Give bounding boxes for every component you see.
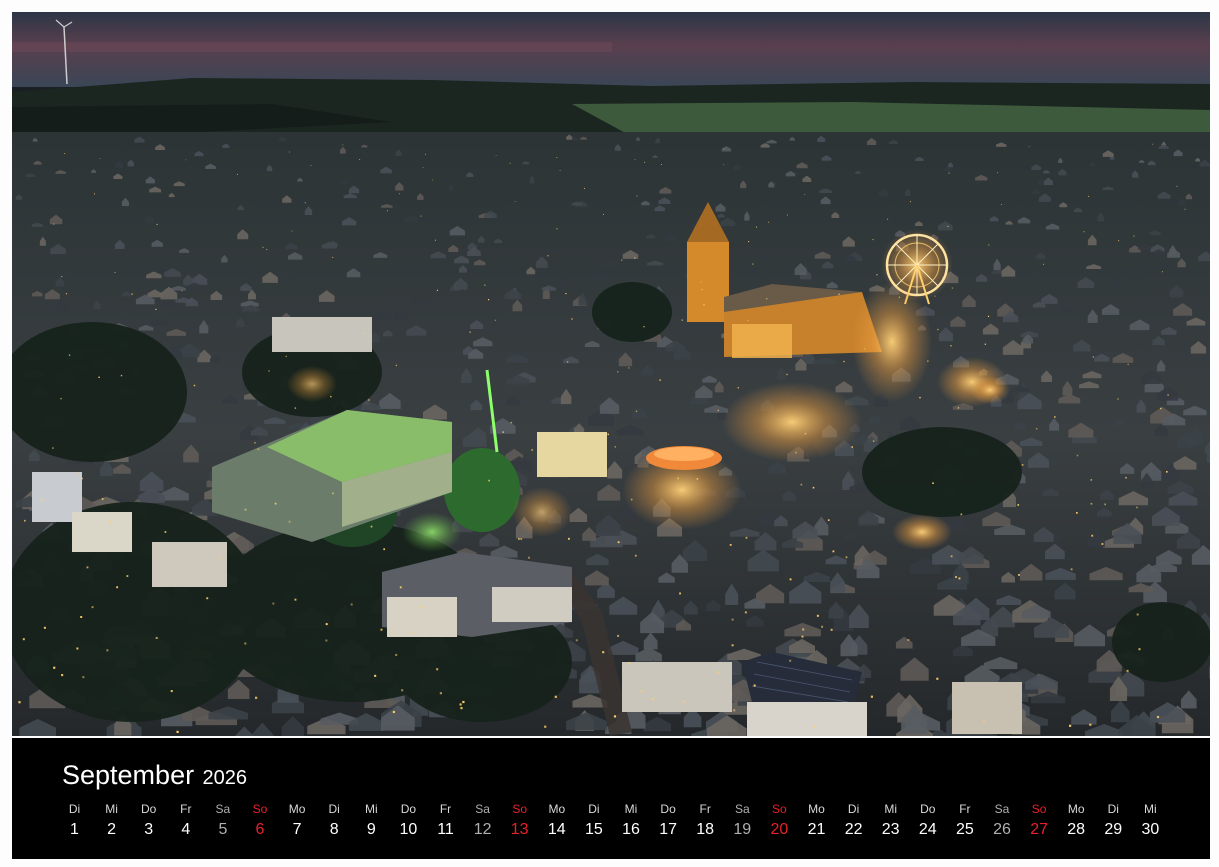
day-cell: Di 1 xyxy=(56,800,93,842)
day-cell: Di 15 xyxy=(575,800,612,842)
weekday-label: Do xyxy=(141,802,157,816)
calendar-strip: September 2026 Di 1 Mi 2 Do 3 Fr 4 Sa 5 So 6 Mo 7 Di 8 M… xyxy=(12,738,1210,859)
day-number: 26 xyxy=(993,821,1011,838)
weekday-label: Mo xyxy=(548,802,566,816)
day-cell: Di 22 xyxy=(835,800,872,842)
day-number: 6 xyxy=(255,821,265,838)
day-number: 3 xyxy=(144,821,154,838)
day-number: 1 xyxy=(70,821,79,838)
day-cell: Di 29 xyxy=(1095,800,1132,842)
day-cell: Do 3 xyxy=(130,800,167,842)
day-cell: Fr 18 xyxy=(687,800,724,842)
weekday-label: Sa xyxy=(994,802,1010,816)
day-number: 4 xyxy=(181,821,191,838)
day-number: 2 xyxy=(107,821,117,838)
day-cell: Fr 25 xyxy=(946,800,983,842)
day-cell: Fr 4 xyxy=(167,800,204,842)
day-cell: Mo 28 xyxy=(1058,800,1095,842)
day-cell: So 13 xyxy=(501,800,538,842)
day-cell: Sa 26 xyxy=(984,800,1021,842)
day-number: 28 xyxy=(1067,821,1086,838)
day-grid: Di 1 Mi 2 Do 3 Fr 4 Sa 5 So 6 Mo 7 Di 8 Mi 9 Do 10 Fr 11 Sa 12 S… xyxy=(56,800,1186,850)
day-cell: Mo 7 xyxy=(279,800,316,842)
day-number: 8 xyxy=(329,821,339,838)
weekday-label: Di xyxy=(847,802,860,816)
day-cell: Sa 5 xyxy=(204,800,241,842)
day-number: 27 xyxy=(1030,821,1048,838)
day-cell: Mi 16 xyxy=(613,800,650,842)
day-number: 19 xyxy=(733,821,752,838)
weekday-label: Do xyxy=(920,802,936,816)
day-cell: Di 8 xyxy=(316,800,353,842)
day-number: 10 xyxy=(399,821,418,838)
weekday-label: Sa xyxy=(734,802,750,816)
weekday-label: Di xyxy=(328,802,340,816)
town-night-photo xyxy=(12,12,1210,736)
weekday-label: Di xyxy=(588,802,600,816)
day-number: 16 xyxy=(622,821,640,838)
day-number: 23 xyxy=(881,821,900,838)
calendar-page: September 2026 Di 1 Mi 2 Do 3 Fr 4 Sa 5 So 6 Mo 7 Di 8 M… xyxy=(0,0,1219,867)
day-number: 18 xyxy=(696,821,715,838)
day-cell: Sa 12 xyxy=(464,800,501,842)
weekday-label: So xyxy=(772,802,787,816)
weekday-label: Mi xyxy=(105,802,118,816)
day-cell: So 20 xyxy=(761,800,798,842)
day-cell: So 27 xyxy=(1021,800,1058,842)
day-number: 12 xyxy=(473,821,492,838)
weekday-label: Do xyxy=(400,802,417,816)
day-number: 9 xyxy=(366,821,376,838)
month-heading: September 2026 xyxy=(62,760,247,791)
day-number: 21 xyxy=(807,821,826,838)
day-number: 15 xyxy=(584,821,603,838)
day-number: 17 xyxy=(659,821,677,838)
day-number: 22 xyxy=(844,821,863,838)
weekday-label: Do xyxy=(660,802,676,816)
weekday-label: Fr xyxy=(959,802,971,816)
weekday-label: Mo xyxy=(288,802,306,816)
day-number: 5 xyxy=(218,821,228,838)
weekday-label: So xyxy=(252,802,268,816)
day-number: 20 xyxy=(770,821,789,838)
weekday-label: Fr xyxy=(699,802,711,816)
weekday-label: Mi xyxy=(624,802,638,816)
day-cell: Mo 14 xyxy=(538,800,575,842)
day-cell: Mi 30 xyxy=(1132,800,1169,842)
weekday-label: Fr xyxy=(180,802,192,816)
day-number: 7 xyxy=(292,821,302,838)
weekday-label: Di xyxy=(68,802,81,816)
day-number: 29 xyxy=(1104,821,1123,838)
day-cell: So 6 xyxy=(242,800,279,842)
day-number: 25 xyxy=(955,821,974,838)
day-cell: Mi 23 xyxy=(872,800,909,842)
year: 2026 xyxy=(202,767,248,789)
weekday-label: Fr xyxy=(439,802,452,816)
weekday-label: Sa xyxy=(475,802,490,816)
weekday-label: So xyxy=(512,802,528,816)
day-cell: Fr 11 xyxy=(427,800,464,842)
day-cell: Mo 21 xyxy=(798,800,835,842)
day-cell: Do 17 xyxy=(650,800,687,842)
weekday-label: Mo xyxy=(1067,802,1085,816)
weekday-label: Sa xyxy=(215,802,231,816)
day-number: 14 xyxy=(547,821,566,838)
day-number: 11 xyxy=(437,821,454,838)
day-cell: Do 10 xyxy=(390,800,427,842)
day-cell: Sa 19 xyxy=(724,800,761,842)
day-cell: Mi 9 xyxy=(353,800,390,842)
weekday-label: Mo xyxy=(808,802,825,816)
weekday-label: Mi xyxy=(1144,802,1157,816)
weekday-label: So xyxy=(1031,802,1047,816)
month-name: September xyxy=(62,760,195,790)
weekday-label: Mi xyxy=(364,802,378,816)
weekday-label: Di xyxy=(1107,802,1119,816)
day-cell: Do 24 xyxy=(909,800,946,842)
day-number: 30 xyxy=(1141,821,1160,838)
day-number: 13 xyxy=(510,821,529,838)
day-cell: Mi 2 xyxy=(93,800,130,842)
day-number: 24 xyxy=(918,821,937,838)
weekday-label: Mi xyxy=(884,802,898,816)
